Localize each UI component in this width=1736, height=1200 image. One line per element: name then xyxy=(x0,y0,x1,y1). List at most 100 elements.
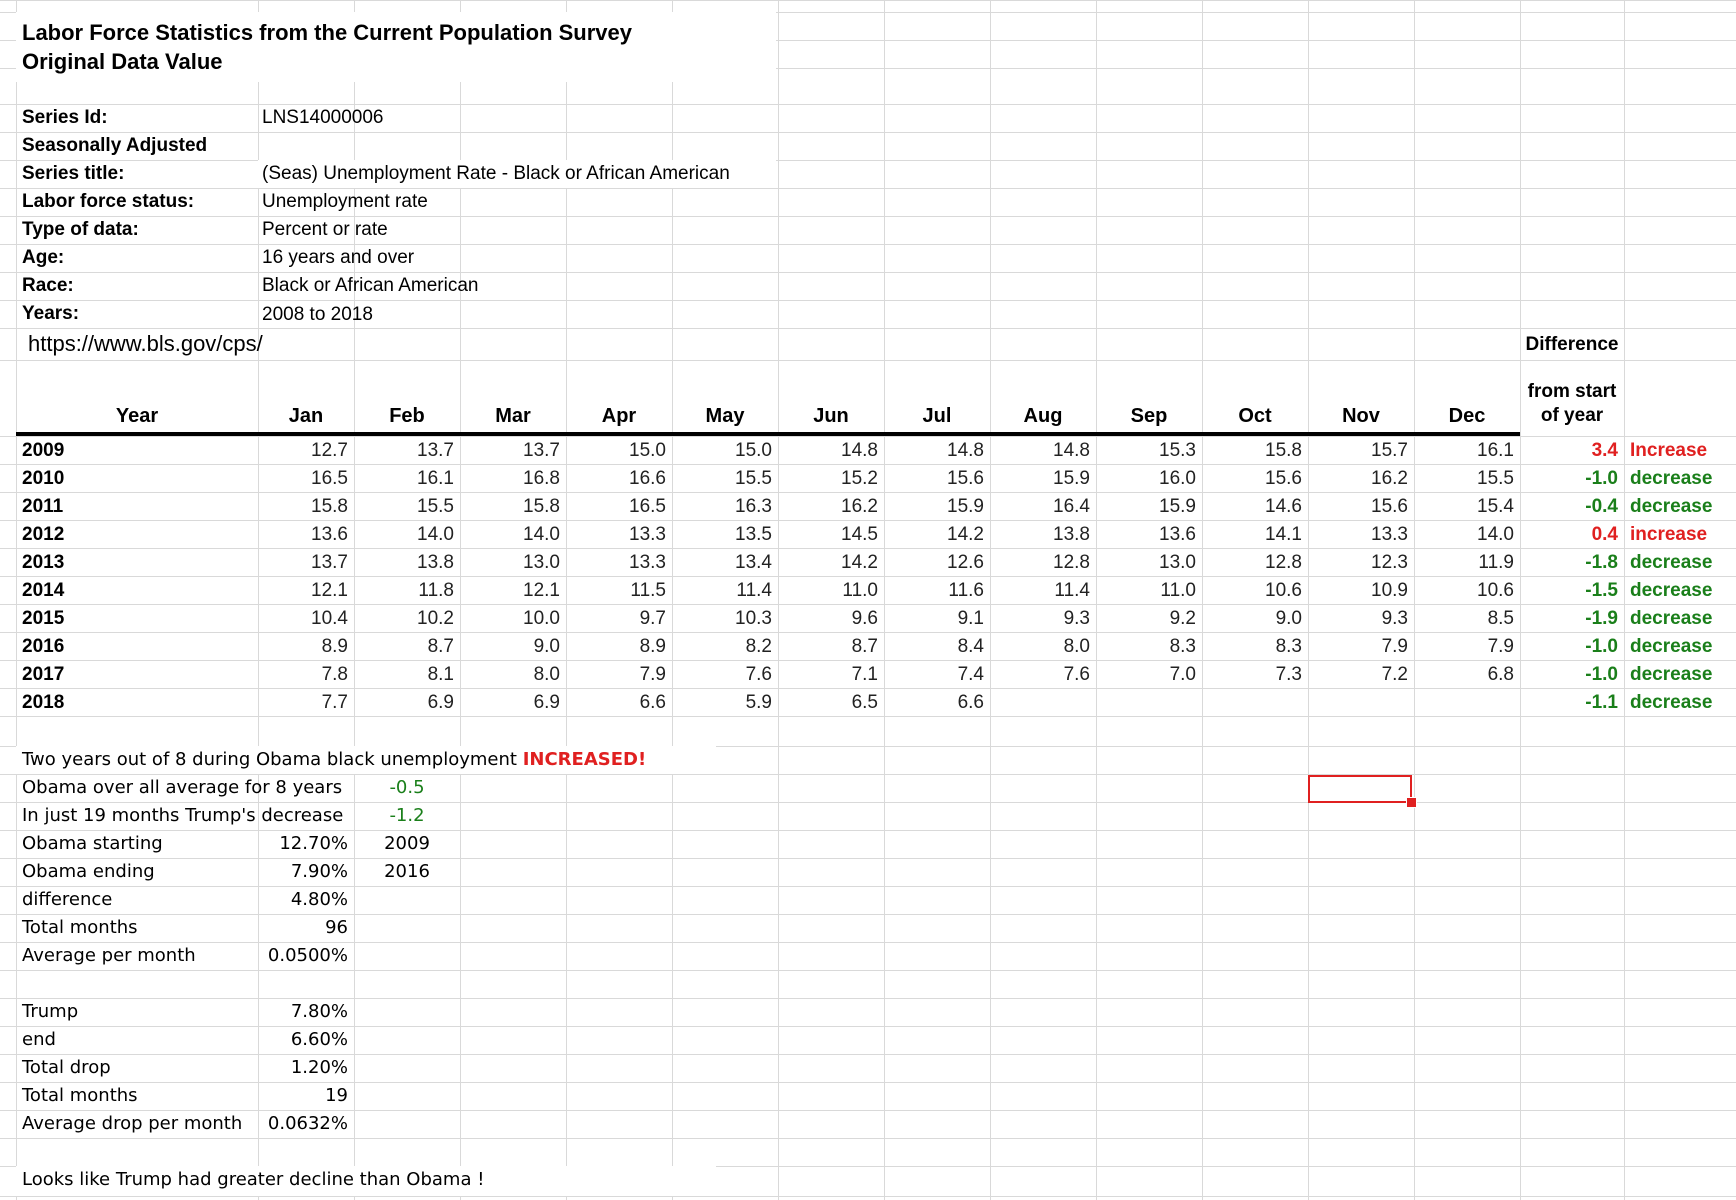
value-cell-may[interactable]: 13.5 xyxy=(672,521,772,549)
value-cell-apr[interactable]: 13.3 xyxy=(566,549,666,577)
meta-value-series-id[interactable]: LNS14000006 xyxy=(262,104,384,132)
value-cell-dec[interactable]: 8.5 xyxy=(1414,605,1514,633)
value-cell-jul[interactable]: 14.8 xyxy=(884,437,984,465)
value-cell-jan[interactable]: 16.5 xyxy=(258,465,348,493)
value-cell-feb[interactable]: 16.1 xyxy=(354,465,454,493)
value-cell-feb[interactable]: 8.7 xyxy=(354,633,454,661)
value-cell-feb[interactable]: 13.7 xyxy=(354,437,454,465)
value-cell-sep[interactable]: 8.3 xyxy=(1096,633,1196,661)
value-cell-aug[interactable]: 11.4 xyxy=(990,577,1090,605)
row-year[interactable]: 2009 xyxy=(22,437,64,465)
value-cell-dec[interactable]: 11.9 xyxy=(1414,549,1514,577)
difference-value[interactable]: -1.0 xyxy=(1520,465,1618,493)
value-cell-dec[interactable]: 10.6 xyxy=(1414,577,1514,605)
value-cell-aug[interactable]: 7.6 xyxy=(990,661,1090,689)
value-cell-jun[interactable]: 8.7 xyxy=(778,633,878,661)
value-cell-jun[interactable]: 7.1 xyxy=(778,661,878,689)
value-cell-oct[interactable]: 7.3 xyxy=(1202,661,1302,689)
value-cell-feb[interactable]: 6.9 xyxy=(354,689,454,717)
value-cell-apr[interactable]: 16.6 xyxy=(566,465,666,493)
value-cell-sep[interactable]: 7.0 xyxy=(1096,661,1196,689)
spreadsheet-grid[interactable]: Labor Force Statistics from the Current … xyxy=(0,0,1736,1200)
value-cell-jul[interactable]: 14.2 xyxy=(884,521,984,549)
value-cell-nov[interactable]: 12.3 xyxy=(1308,549,1408,577)
value-cell-jun[interactable]: 14.8 xyxy=(778,437,878,465)
value-cell-sep[interactable]: 16.0 xyxy=(1096,465,1196,493)
value-cell-apr[interactable]: 8.9 xyxy=(566,633,666,661)
row-year[interactable]: 2014 xyxy=(22,577,64,605)
value-cell-aug[interactable]: 15.9 xyxy=(990,465,1090,493)
value-cell-jan[interactable]: 7.7 xyxy=(258,689,348,717)
difference-value[interactable]: -1.0 xyxy=(1520,633,1618,661)
value-cell-may[interactable]: 15.5 xyxy=(672,465,772,493)
row-year[interactable]: 2011 xyxy=(22,493,63,521)
value-cell-nov[interactable]: 15.6 xyxy=(1308,493,1408,521)
value-cell-aug[interactable]: 14.8 xyxy=(990,437,1090,465)
value-cell-jul[interactable]: 11.6 xyxy=(884,577,984,605)
value-cell-apr[interactable]: 15.0 xyxy=(566,437,666,465)
trend-label[interactable]: increase xyxy=(1630,521,1707,549)
value-cell-nov[interactable]: 9.3 xyxy=(1308,605,1408,633)
difference-value[interactable]: 0.4 xyxy=(1520,521,1618,549)
value-cell-feb[interactable]: 15.5 xyxy=(354,493,454,521)
value-cell-jul[interactable]: 15.6 xyxy=(884,465,984,493)
row-year[interactable]: 2012 xyxy=(22,521,64,549)
value-cell-aug[interactable]: 12.8 xyxy=(990,549,1090,577)
value-cell-apr[interactable]: 11.5 xyxy=(566,577,666,605)
value-cell-aug[interactable]: 13.8 xyxy=(990,521,1090,549)
value-cell-may[interactable]: 7.6 xyxy=(672,661,772,689)
obama-average-value[interactable]: -0.5 xyxy=(354,774,460,802)
value-cell-jan[interactable]: 13.7 xyxy=(258,549,348,577)
value-cell-aug[interactable]: 8.0 xyxy=(990,633,1090,661)
value-cell-feb[interactable]: 11.8 xyxy=(354,577,454,605)
value-cell-sep[interactable]: 13.0 xyxy=(1096,549,1196,577)
value-cell-jan[interactable]: 12.7 xyxy=(258,437,348,465)
value-cell-jun[interactable]: 6.5 xyxy=(778,689,878,717)
value-cell-apr[interactable]: 13.3 xyxy=(566,521,666,549)
value-cell-jul[interactable]: 6.6 xyxy=(884,689,984,717)
value-cell-dec[interactable]: 16.1 xyxy=(1414,437,1514,465)
value-cell-jun[interactable]: 14.5 xyxy=(778,521,878,549)
difference-value[interactable]: -1.1 xyxy=(1520,689,1618,717)
obama-total-months-value[interactable]: 96 xyxy=(258,914,348,942)
value-cell-oct[interactable]: 12.8 xyxy=(1202,549,1302,577)
row-year[interactable]: 2018 xyxy=(22,689,64,717)
difference-value[interactable]: -0.4 xyxy=(1520,493,1618,521)
value-cell-oct[interactable]: 8.3 xyxy=(1202,633,1302,661)
value-cell-mar[interactable]: 6.9 xyxy=(460,689,560,717)
value-cell-may[interactable]: 13.4 xyxy=(672,549,772,577)
trend-label[interactable]: decrease xyxy=(1630,661,1712,689)
value-cell-dec[interactable]: 15.5 xyxy=(1414,465,1514,493)
obama-starting-value[interactable]: 12.70% xyxy=(258,830,348,858)
trend-label[interactable]: decrease xyxy=(1630,689,1712,717)
meta-value-race[interactable]: Black or African American xyxy=(262,272,478,300)
obama-ending-year[interactable]: 2016 xyxy=(354,858,460,886)
trend-label[interactable]: decrease xyxy=(1630,549,1712,577)
trend-label[interactable]: decrease xyxy=(1630,605,1712,633)
value-cell-oct[interactable] xyxy=(1202,689,1302,717)
value-cell-mar[interactable]: 10.0 xyxy=(460,605,560,633)
value-cell-apr[interactable]: 7.9 xyxy=(566,661,666,689)
value-cell-dec[interactable]: 14.0 xyxy=(1414,521,1514,549)
value-cell-sep[interactable]: 15.9 xyxy=(1096,493,1196,521)
value-cell-jan[interactable]: 15.8 xyxy=(258,493,348,521)
value-cell-apr[interactable]: 6.6 xyxy=(566,689,666,717)
value-cell-jan[interactable]: 12.1 xyxy=(258,577,348,605)
value-cell-may[interactable]: 11.4 xyxy=(672,577,772,605)
value-cell-mar[interactable]: 15.8 xyxy=(460,493,560,521)
value-cell-nov[interactable]: 7.2 xyxy=(1308,661,1408,689)
value-cell-may[interactable]: 5.9 xyxy=(672,689,772,717)
source-url[interactable]: https://www.bls.gov/cps/ xyxy=(28,329,263,359)
value-cell-jun[interactable]: 15.2 xyxy=(778,465,878,493)
row-year[interactable]: 2016 xyxy=(22,633,64,661)
difference-value[interactable]: -1.9 xyxy=(1520,605,1618,633)
difference-value[interactable]: 4.80% xyxy=(258,886,348,914)
value-cell-nov[interactable]: 15.7 xyxy=(1308,437,1408,465)
value-cell-jul[interactable]: 15.9 xyxy=(884,493,984,521)
value-cell-feb[interactable]: 8.1 xyxy=(354,661,454,689)
value-cell-nov[interactable]: 16.2 xyxy=(1308,465,1408,493)
average-per-month-value[interactable]: 0.0500% xyxy=(258,942,348,970)
value-cell-dec[interactable]: 6.8 xyxy=(1414,661,1514,689)
value-cell-mar[interactable]: 13.7 xyxy=(460,437,560,465)
difference-value[interactable]: -1.0 xyxy=(1520,661,1618,689)
